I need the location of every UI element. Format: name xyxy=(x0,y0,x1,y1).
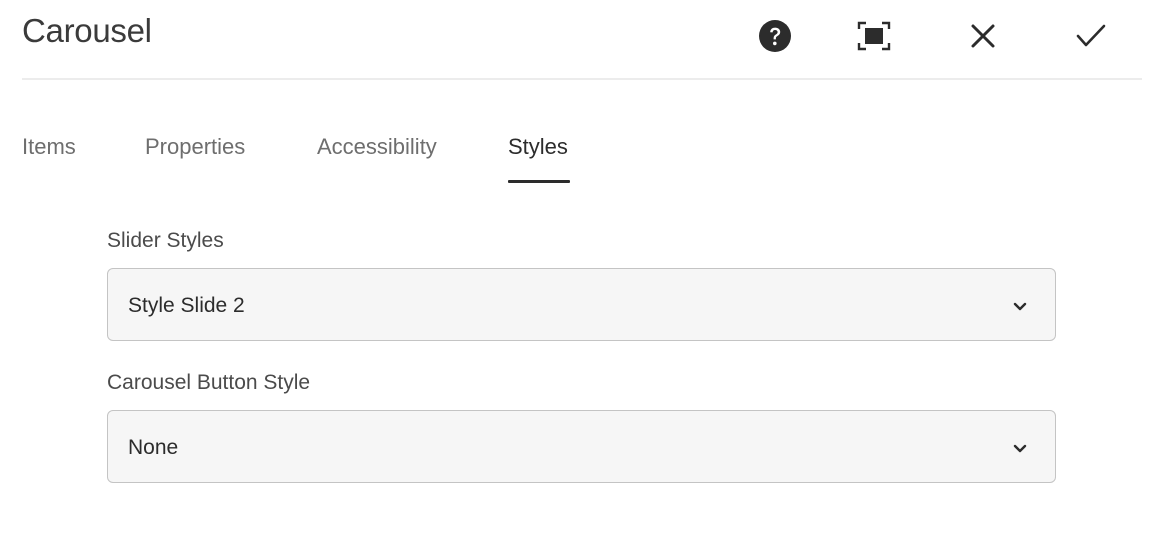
help-button[interactable] xyxy=(754,15,796,57)
chevron-down-icon xyxy=(1013,299,1027,311)
checkmark-icon xyxy=(1076,23,1106,49)
header-divider xyxy=(22,78,1142,80)
selected-tab-indicator xyxy=(508,180,570,183)
fullscreen-button[interactable] xyxy=(853,15,895,57)
tab-items[interactable]: Items xyxy=(22,134,76,160)
dialog-header: Carousel xyxy=(0,0,1154,80)
tab-properties[interactable]: Properties xyxy=(145,134,245,160)
close-icon xyxy=(970,23,996,49)
slider-styles-label: Slider Styles xyxy=(107,229,224,252)
tab-accessibility[interactable]: Accessibility xyxy=(317,134,437,160)
carousel-button-style-value: None xyxy=(128,436,179,459)
tab-list: Items Properties Accessibility Styles xyxy=(0,126,1154,186)
dialog-title: Carousel xyxy=(22,12,152,49)
tab-styles[interactable]: Styles xyxy=(508,134,568,160)
done-button[interactable] xyxy=(1070,15,1112,57)
carousel-button-style-select[interactable]: None xyxy=(107,410,1056,483)
help-icon xyxy=(758,19,792,53)
carousel-button-style-label: Carousel Button Style xyxy=(107,371,311,394)
carousel-dialog: Carousel Items Properties Accessibility … xyxy=(0,0,1154,554)
slider-styles-value: Style Slide 2 xyxy=(128,294,245,317)
fullscreen-icon xyxy=(857,21,891,51)
close-button[interactable] xyxy=(962,15,1004,57)
slider-styles-select[interactable]: Style Slide 2 xyxy=(107,268,1056,341)
chevron-down-icon xyxy=(1013,441,1027,453)
